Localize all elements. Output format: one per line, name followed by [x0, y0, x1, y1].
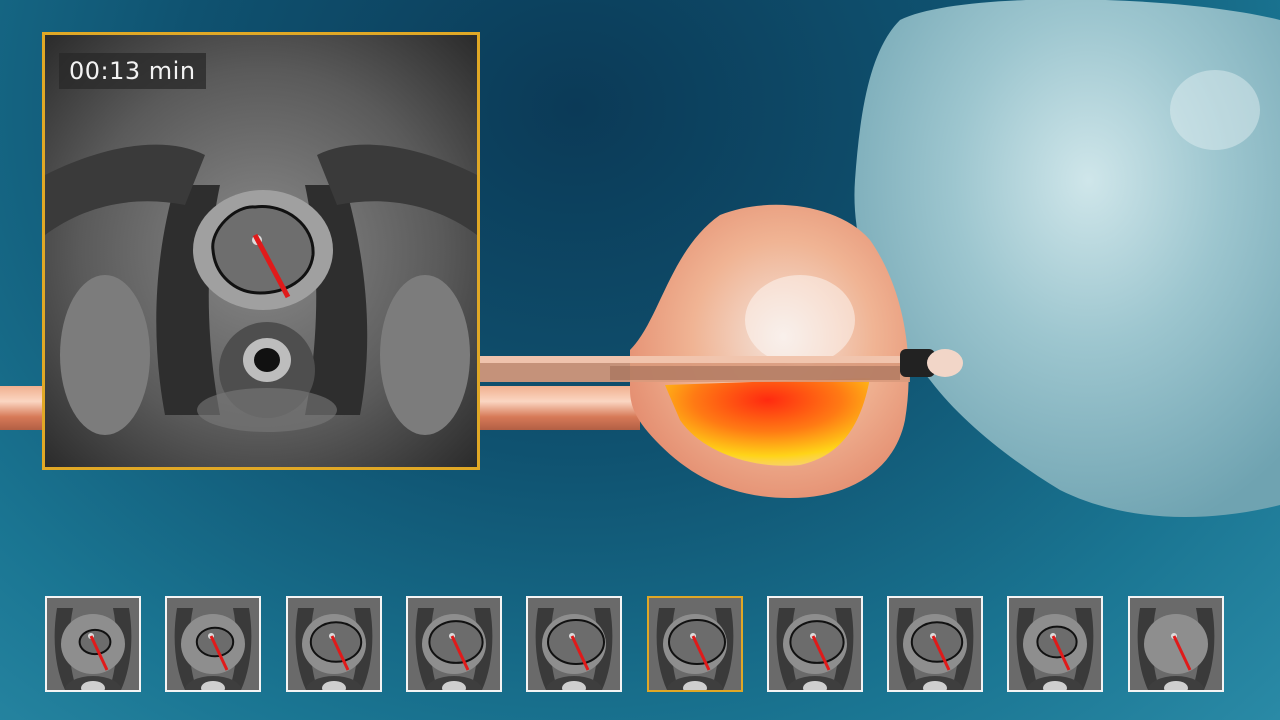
mri-slice-thumbnail[interactable]	[1007, 596, 1103, 692]
mri-slice-thumbnail[interactable]	[526, 596, 622, 692]
mri-main-view: 00:13 min	[42, 32, 480, 470]
thumbnail-strip	[45, 596, 1230, 696]
mri-slice-thumbnail[interactable]	[1128, 596, 1224, 692]
mri-slice-thumbnail[interactable]	[887, 596, 983, 692]
elapsed-timer: 00:13 min	[59, 53, 206, 89]
mri-slice-thumbnail[interactable]	[406, 596, 502, 692]
mri-slice-thumbnail[interactable]	[286, 596, 382, 692]
mri-slice-thumbnail[interactable]	[647, 596, 743, 692]
mri-slice-thumbnail[interactable]	[45, 596, 141, 692]
mri-slice-thumbnail[interactable]	[165, 596, 261, 692]
mri-slice-thumbnail[interactable]	[767, 596, 863, 692]
